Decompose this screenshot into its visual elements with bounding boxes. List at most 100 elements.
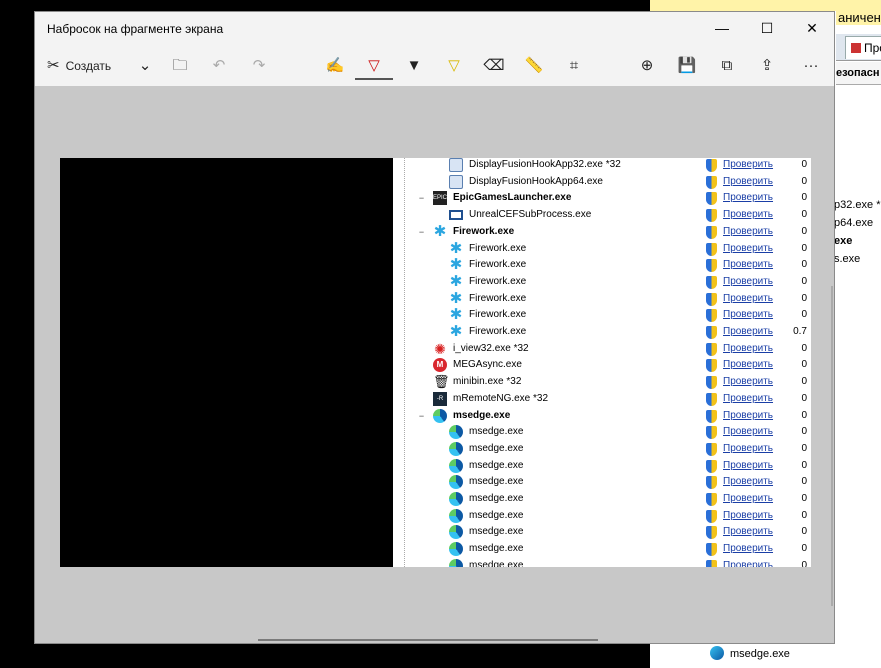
verify-link[interactable]: Проверить: [723, 410, 773, 421]
verify-link[interactable]: Проверить: [723, 560, 773, 567]
create-dropdown-button[interactable]: ⌄: [133, 52, 157, 80]
process-name: i_view32.exe *32: [453, 342, 529, 354]
shield-icon: [706, 476, 717, 490]
verify-link[interactable]: Проверить: [723, 209, 773, 220]
verify-link[interactable]: Проверить: [723, 543, 773, 554]
process-row[interactable]: M MEGAsync.exe Проверить 0: [393, 358, 811, 375]
ruler-button[interactable]: 📏: [522, 52, 546, 80]
crop-icon: ⌗: [569, 57, 579, 74]
minimize-button[interactable]: —: [699, 12, 745, 44]
verify-link[interactable]: Проверить: [723, 159, 773, 170]
title-bar[interactable]: Набросок на фрагменте экрана — ☐ ✕: [35, 12, 834, 46]
shield-icon: [706, 342, 717, 356]
process-row[interactable]: msedge.exe Проверить 0: [393, 492, 811, 509]
copy-button[interactable]: ⧉: [715, 52, 739, 80]
create-button[interactable]: ✂ Создать: [47, 52, 127, 80]
process-row[interactable]: DisplayFusionHookApp64.exe Проверить 0: [393, 174, 811, 192]
redo-button[interactable]: ↷: [247, 52, 271, 80]
process-row[interactable]: msedge.exe Проверить 0: [393, 441, 811, 459]
verify-link[interactable]: Проверить: [723, 343, 773, 354]
process-row[interactable]: DisplayFusionHookApp32.exe *32 Проверить 0: [393, 158, 811, 175]
collapse-toggle-icon[interactable]: −: [417, 227, 426, 237]
process-name: msedge.exe: [469, 559, 524, 567]
shield-icon: [706, 209, 717, 223]
highlighter-icon: ▽: [448, 57, 460, 74]
process-row[interactable]: − EPIC EpicGamesLauncher.exe Проверить 0: [393, 191, 811, 208]
process-row[interactable]: msedge.exe Проверить 0: [393, 458, 811, 476]
collapse-toggle-icon[interactable]: −: [417, 411, 426, 421]
edge-process-icon: [449, 558, 463, 567]
pen-icon: ▽: [368, 57, 380, 74]
verify-link[interactable]: Проверить: [723, 259, 773, 270]
ballpoint-pen-button[interactable]: ▽: [355, 52, 393, 80]
process-row[interactable]: ✺ i_view32.exe *32 Проверить 0: [393, 342, 811, 359]
vertical-scrollbar[interactable]: [831, 286, 833, 606]
maximize-button[interactable]: ☐: [744, 12, 790, 44]
process-name: Firework.exe: [469, 242, 527, 254]
edge-process-icon: [449, 492, 463, 506]
process-row[interactable]: − ✱ Firework.exe Проверить 0: [393, 224, 811, 242]
open-file-button[interactable]: 🗀: [168, 52, 192, 80]
mr-process-icon: -R: [433, 391, 447, 406]
shield-icon: [706, 392, 717, 406]
process-row[interactable]: msedge.exe Проверить 0: [393, 475, 811, 492]
more-button[interactable]: ···: [797, 52, 825, 80]
save-button[interactable]: 💾: [675, 52, 699, 80]
process-row[interactable]: msedge.exe Проверить 0: [393, 508, 811, 526]
verify-link[interactable]: Проверить: [723, 326, 773, 337]
verify-link[interactable]: Проверить: [723, 359, 773, 370]
process-row[interactable]: msedge.exe Проверить 0: [393, 542, 811, 559]
zoom-button[interactable]: ⊕: [635, 52, 659, 80]
more-icon: ···: [803, 57, 819, 74]
verify-link[interactable]: Проверить: [723, 276, 773, 287]
process-row[interactable]: 🗑 minibin.exe *32 Проверить 0: [393, 375, 811, 392]
shield-icon: [706, 159, 717, 172]
process-name: DisplayFusionHookApp32.exe *32: [469, 159, 621, 170]
verify-link[interactable]: Проверить: [723, 226, 773, 237]
ruler-icon: 📏: [524, 57, 544, 74]
process-row[interactable]: -R mRemoteNG.exe *32 Проверить 0: [393, 391, 811, 409]
process-row[interactable]: msedge.exe Проверить 0: [393, 425, 811, 442]
verify-link[interactable]: Проверить: [723, 393, 773, 404]
background-tab[interactable]: Про: [845, 36, 881, 59]
copy-icon: ⧉: [721, 57, 733, 74]
close-button[interactable]: ✕: [789, 12, 835, 44]
verify-link[interactable]: Проверить: [723, 443, 773, 454]
shield-icon: [706, 275, 717, 289]
highlighter-button[interactable]: ▽: [442, 52, 466, 80]
cpu-value: 0: [801, 342, 807, 354]
verify-link[interactable]: Проверить: [723, 243, 773, 254]
verify-link[interactable]: Проверить: [723, 376, 773, 387]
verify-link[interactable]: Проверить: [723, 493, 773, 504]
cpu-value: 0: [801, 309, 807, 321]
shield-icon: [706, 309, 717, 323]
verify-link[interactable]: Проверить: [723, 460, 773, 471]
share-button[interactable]: ⇪: [755, 52, 779, 80]
verify-link[interactable]: Проверить: [723, 476, 773, 487]
undo-button[interactable]: ↶: [207, 52, 231, 80]
verify-link[interactable]: Проверить: [723, 293, 773, 304]
cpu-value: 0: [801, 426, 807, 438]
verify-link[interactable]: Проверить: [723, 526, 773, 537]
horizontal-scrollbar[interactable]: [258, 639, 598, 641]
shield-icon: [706, 509, 717, 523]
pencil-button[interactable]: ▼: [402, 52, 426, 80]
process-row[interactable]: ✱ Firework.exe Проверить 0.7: [393, 324, 811, 342]
verify-link[interactable]: Проверить: [723, 309, 773, 320]
process-row[interactable]: msedge.exe Проверить 0: [393, 525, 811, 542]
fw-process-icon: ✱: [449, 306, 463, 324]
crop-button[interactable]: ⌗: [562, 52, 586, 80]
verify-link[interactable]: Проверить: [723, 426, 773, 437]
shield-icon: [706, 225, 717, 239]
verify-link[interactable]: Проверить: [723, 510, 773, 521]
verify-link[interactable]: Проверить: [723, 176, 773, 187]
verify-link[interactable]: Проверить: [723, 192, 773, 203]
process-row[interactable]: − msedge.exe Проверить 0: [393, 408, 811, 426]
window-title: Набросок на фрагменте экрана: [47, 22, 224, 36]
process-row[interactable]: msedge.exe Проверить 0: [393, 558, 811, 567]
touch-writing-button[interactable]: ✍: [323, 52, 347, 80]
process-row[interactable]: UnrealCEFSubProcess.exe Проверить 0: [393, 208, 811, 225]
collapse-toggle-icon[interactable]: −: [417, 194, 426, 203]
eraser-button[interactable]: ⌫: [482, 52, 506, 80]
canvas-area[interactable]: DisplayFusionHookApp32.exe *32 Проверить 0…: [35, 86, 834, 643]
